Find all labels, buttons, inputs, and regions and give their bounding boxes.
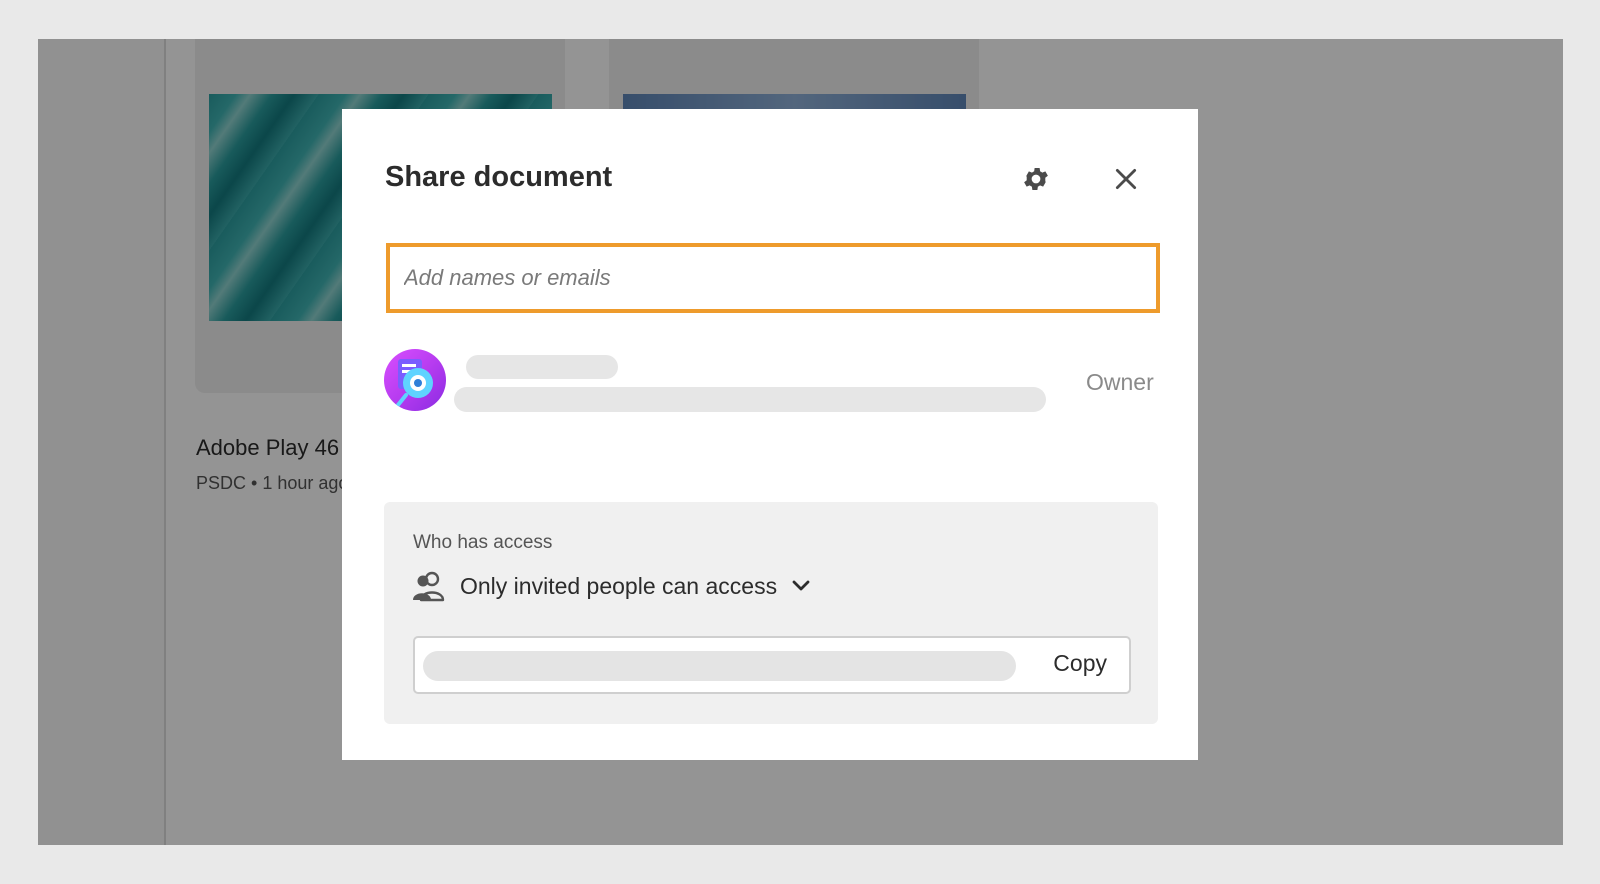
share-link-field[interactable] bbox=[423, 651, 1016, 681]
close-button[interactable] bbox=[1108, 161, 1144, 197]
owner-role-label: Owner bbox=[1086, 369, 1154, 395]
avatar bbox=[384, 349, 446, 411]
app-screen: Adobe Play 46 PSDC • 1 hour ago Share do… bbox=[38, 39, 1563, 845]
access-selected-value: Only invited people can access bbox=[460, 572, 778, 599]
share-link-box: Copy bbox=[413, 636, 1131, 694]
app-avatar-icon bbox=[396, 359, 433, 407]
owner-row: Owner bbox=[384, 349, 1164, 415]
close-icon bbox=[1115, 168, 1137, 190]
chevron-down-icon bbox=[792, 580, 810, 591]
owner-name bbox=[466, 355, 618, 379]
dialog-title: Share document bbox=[385, 161, 613, 193]
invite-input[interactable] bbox=[386, 243, 1160, 313]
share-dialog: Share document Add names or emails Owner… bbox=[342, 109, 1198, 760]
people-icon bbox=[413, 571, 445, 602]
settings-button[interactable] bbox=[1018, 161, 1054, 197]
gear-icon bbox=[1024, 168, 1048, 190]
owner-email bbox=[454, 387, 1046, 412]
copy-link-button[interactable]: Copy bbox=[1053, 650, 1107, 677]
access-panel: Who has access Only invited people can a… bbox=[384, 502, 1158, 724]
access-label: Who has access bbox=[413, 532, 553, 553]
access-dropdown[interactable]: Only invited people can access bbox=[412, 568, 811, 604]
